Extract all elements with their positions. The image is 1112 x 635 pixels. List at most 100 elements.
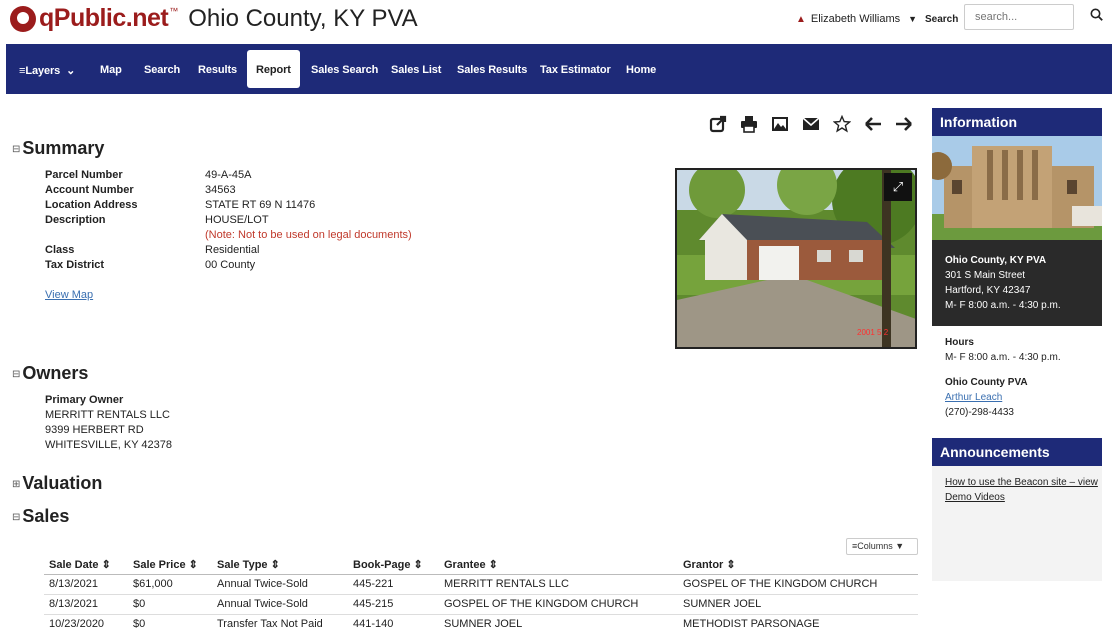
grantee: SUMNER JOEL xyxy=(444,618,523,630)
field-label: Description xyxy=(45,214,106,226)
col-sale-type[interactable]: Sale Type ⇕ xyxy=(217,558,280,571)
sales-title: Sales xyxy=(22,506,70,526)
nav-tax-estimator[interactable]: Tax Estimator xyxy=(540,64,611,76)
sort-icon: ⇕ xyxy=(101,559,111,571)
collapse-icon: ⊟ xyxy=(12,512,21,523)
nav-layers[interactable]: ≡Layers ⌄ xyxy=(19,64,75,77)
logo[interactable]: qPublic.net ™ Ohio County, KY PVA xyxy=(10,4,418,33)
search-input[interactable] xyxy=(964,4,1074,30)
owner-name: MERRITT RENTALS LLC xyxy=(45,409,170,421)
chevron-down-icon: ⌄ xyxy=(66,65,76,77)
col-sale-date[interactable]: Sale Date ⇕ xyxy=(49,558,111,571)
pva-phone: (270)-298-4433 xyxy=(945,407,1014,418)
valuation-title: Valuation xyxy=(22,473,103,493)
owners-header[interactable]: ⊟ Owners xyxy=(12,363,88,384)
col-grantor[interactable]: Grantor ⇕ xyxy=(683,558,736,571)
sale-price: $0 xyxy=(133,598,146,610)
top-header: qPublic.net ™ Ohio County, KY PVA ▲ Eliz… xyxy=(0,0,1112,44)
search-label: Search xyxy=(925,14,959,25)
col-book-page[interactable]: Book-Page ⇕ xyxy=(353,558,423,571)
valuation-header[interactable]: ⊞ Valuation xyxy=(12,473,102,494)
description: HOUSE/LOT xyxy=(205,214,269,226)
image-icon[interactable] xyxy=(770,115,790,133)
location-address: STATE RT 69 N 11476 xyxy=(205,199,316,211)
sale-date: 8/13/2021 xyxy=(49,578,98,590)
share-icon[interactable] xyxy=(708,115,728,133)
nav-sales-results[interactable]: Sales Results xyxy=(457,64,527,76)
search-icon[interactable] xyxy=(1090,8,1103,24)
hours-block: Hours M- F 8:00 a.m. - 4:30 p.m. xyxy=(945,335,1105,365)
nav-map[interactable]: Map xyxy=(100,64,122,76)
field-label: Location Address xyxy=(45,199,138,211)
sale-price: $61,000 xyxy=(133,578,173,590)
nav-sales-search[interactable]: Sales Search xyxy=(311,64,378,76)
hours-label: Hours xyxy=(945,337,974,348)
main-nav: ≡Layers ⌄ Map Search Results Report Sale… xyxy=(6,44,1112,94)
sale-type: Annual Twice-Sold xyxy=(217,578,308,590)
table-divider xyxy=(44,574,918,575)
sale-date: 8/13/2021 xyxy=(49,598,98,610)
hours-value: M- F 8:00 a.m. - 4:30 p.m. xyxy=(945,352,1061,363)
field-label: Parcel Number xyxy=(45,169,123,181)
legal-note: (Note: Not to be used on legal documents… xyxy=(205,229,412,241)
header-label: Book-Page xyxy=(353,559,411,571)
col-grantee[interactable]: Grantee ⇕ xyxy=(444,558,498,571)
pva-name-link[interactable]: Arthur Leach xyxy=(945,390,1105,405)
mail-icon[interactable] xyxy=(801,115,821,133)
sort-icon: ⇕ xyxy=(270,559,280,571)
owner-city: WHITESVILLE, KY 42378 xyxy=(45,439,172,451)
tax-district: 00 County xyxy=(205,259,256,271)
grantor: METHODIST PARSONAGE xyxy=(683,618,820,630)
user-name: Elizabeth Williams xyxy=(810,13,901,25)
nav-results[interactable]: Results xyxy=(198,64,237,76)
nav-layers-label: Layers xyxy=(25,65,61,77)
view-map-link[interactable]: View Map xyxy=(45,289,93,301)
logo-text: qPublic.net xyxy=(39,4,169,32)
table-divider xyxy=(44,614,918,615)
primary-owner-label: Primary Owner xyxy=(45,394,124,406)
grantor: GOSPEL OF THE KINGDOM CHURCH xyxy=(683,578,878,590)
nav-report[interactable]: Report xyxy=(247,50,300,88)
pva-label: Ohio County PVA xyxy=(945,377,1028,388)
print-icon[interactable] xyxy=(739,115,759,133)
sort-icon: ⇕ xyxy=(488,559,498,571)
sale-type: Annual Twice-Sold xyxy=(217,598,308,610)
field-label: Tax District xyxy=(45,259,105,271)
columns-button[interactable]: ≡Columns ▼ xyxy=(846,538,918,555)
office-hours: M- F 8:00 a.m. - 4:30 p.m. xyxy=(945,300,1061,311)
nav-home[interactable]: Home xyxy=(626,64,656,76)
grantee: MERRITT RENTALS LLC xyxy=(444,578,569,590)
property-photo[interactable]: 2001 5 2 ⤢ xyxy=(675,168,917,349)
header-label: Sale Type xyxy=(217,559,268,571)
arrow-left-icon[interactable] xyxy=(863,115,883,133)
information-header: Information xyxy=(932,108,1102,136)
header-label: Grantor xyxy=(683,559,724,571)
photo-timestamp: 2001 5 2 xyxy=(857,328,889,337)
announcements-header: Announcements xyxy=(932,438,1102,466)
columns-label: Columns xyxy=(857,541,893,551)
sale-price: $0 xyxy=(133,618,146,630)
logo-trademark: ™ xyxy=(169,5,179,16)
announcement-link[interactable]: How to use the Beacon site – view Demo V… xyxy=(945,475,1103,505)
book-page: 445-215 xyxy=(353,598,394,610)
report-toolbar xyxy=(708,115,925,133)
sort-icon: ⇕ xyxy=(726,559,736,571)
field-label: Class xyxy=(45,244,75,256)
col-sale-price[interactable]: Sale Price ⇕ xyxy=(133,558,198,571)
arrow-right-icon[interactable] xyxy=(894,115,914,133)
collapse-icon: ⊟ xyxy=(12,369,21,380)
pva-block: Ohio County PVA Arthur Leach (270)-298-4… xyxy=(945,375,1105,420)
header-label: Grantee xyxy=(444,559,486,571)
header-label: Sale Price xyxy=(133,559,186,571)
nav-sales-list[interactable]: Sales List xyxy=(391,64,441,76)
star-icon[interactable] xyxy=(832,115,852,133)
user-menu[interactable]: ▲ Elizabeth Williams ▼ xyxy=(796,13,917,25)
nav-search[interactable]: Search xyxy=(144,64,180,76)
summary-header[interactable]: ⊟ Summary xyxy=(12,138,104,159)
expand-icon[interactable]: ⤢ xyxy=(884,173,912,201)
property-class: Residential xyxy=(205,244,260,256)
owners-title: Owners xyxy=(22,363,89,383)
sort-icon: ⇕ xyxy=(413,559,423,571)
sales-header[interactable]: ⊟ Sales xyxy=(12,506,69,527)
sale-type: Transfer Tax Not Paid xyxy=(217,618,323,630)
